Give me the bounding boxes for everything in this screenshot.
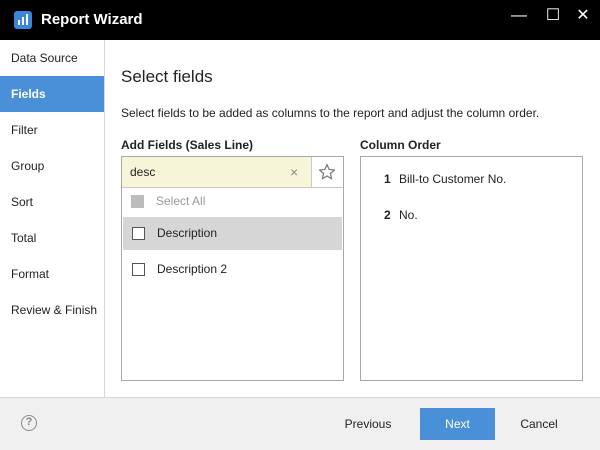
sidebar-item-format[interactable]: Format [0, 256, 104, 292]
column-order-row[interactable]: 1 Bill-to Customer No. [361, 169, 582, 189]
field-row-description[interactable]: Description [123, 217, 342, 250]
field-checkbox[interactable] [132, 227, 145, 240]
maximize-button[interactable]: ☐ [543, 6, 563, 26]
sidebar-item-total[interactable]: Total [0, 220, 104, 256]
cancel-button[interactable]: Cancel [510, 408, 568, 440]
sidebar-item-sort[interactable]: Sort [0, 184, 104, 220]
wizard-footer: ? Previous Next Cancel [0, 397, 600, 450]
minimize-button[interactable]: — [509, 6, 529, 26]
window-title: Report Wizard [41, 11, 143, 28]
next-button[interactable]: Next [420, 408, 495, 440]
star-icon [318, 163, 336, 180]
previous-button[interactable]: Previous [335, 408, 401, 440]
help-icon[interactable]: ? [21, 415, 37, 431]
add-fields-label: Add Fields (Sales Line) [121, 138, 254, 152]
add-fields-list: × Select All Description Description 2 [121, 156, 344, 381]
select-all-checkbox [131, 195, 144, 208]
sidebar-item-data-source[interactable]: Data Source [0, 40, 104, 76]
title-bar: Report Wizard — ☐ ✕ [0, 0, 600, 40]
field-row-description-2[interactable]: Description 2 [123, 253, 342, 286]
clear-icon[interactable]: × [290, 164, 298, 180]
sidebar-item-review-finish[interactable]: Review & Finish [0, 292, 104, 328]
sidebar-item-fields[interactable]: Fields [0, 76, 104, 112]
column-order-list: 1 Bill-to Customer No. 2 No. [360, 156, 583, 381]
column-order-row[interactable]: 2 No. [361, 205, 582, 225]
column-order-number: 1 [384, 172, 391, 186]
select-all-row: Select All [122, 188, 343, 215]
main-panel: Select fields Select fields to be added … [105, 40, 600, 397]
field-label: Description [157, 226, 218, 240]
select-all-label: Select All [156, 194, 206, 208]
column-order-number: 2 [384, 208, 391, 222]
sidebar-item-group[interactable]: Group [0, 148, 104, 184]
search-field-container: × [122, 157, 312, 188]
page-title: Select fields [121, 67, 213, 86]
column-order-name: No. [399, 208, 418, 222]
search-input[interactable] [130, 163, 286, 181]
field-checkbox[interactable] [132, 263, 145, 276]
favorite-star-button[interactable] [312, 157, 343, 188]
field-label: Description 2 [157, 262, 228, 276]
sidebar-item-filter[interactable]: Filter [0, 112, 104, 148]
column-order-name: Bill-to Customer No. [399, 172, 507, 186]
page-description: Select fields to be added as columns to … [121, 106, 540, 120]
column-order-label: Column Order [360, 138, 441, 152]
close-button[interactable]: ✕ [573, 6, 593, 26]
report-chart-icon [14, 11, 32, 29]
wizard-steps-sidebar: Data Source Fields Filter Group Sort Tot… [0, 40, 105, 397]
